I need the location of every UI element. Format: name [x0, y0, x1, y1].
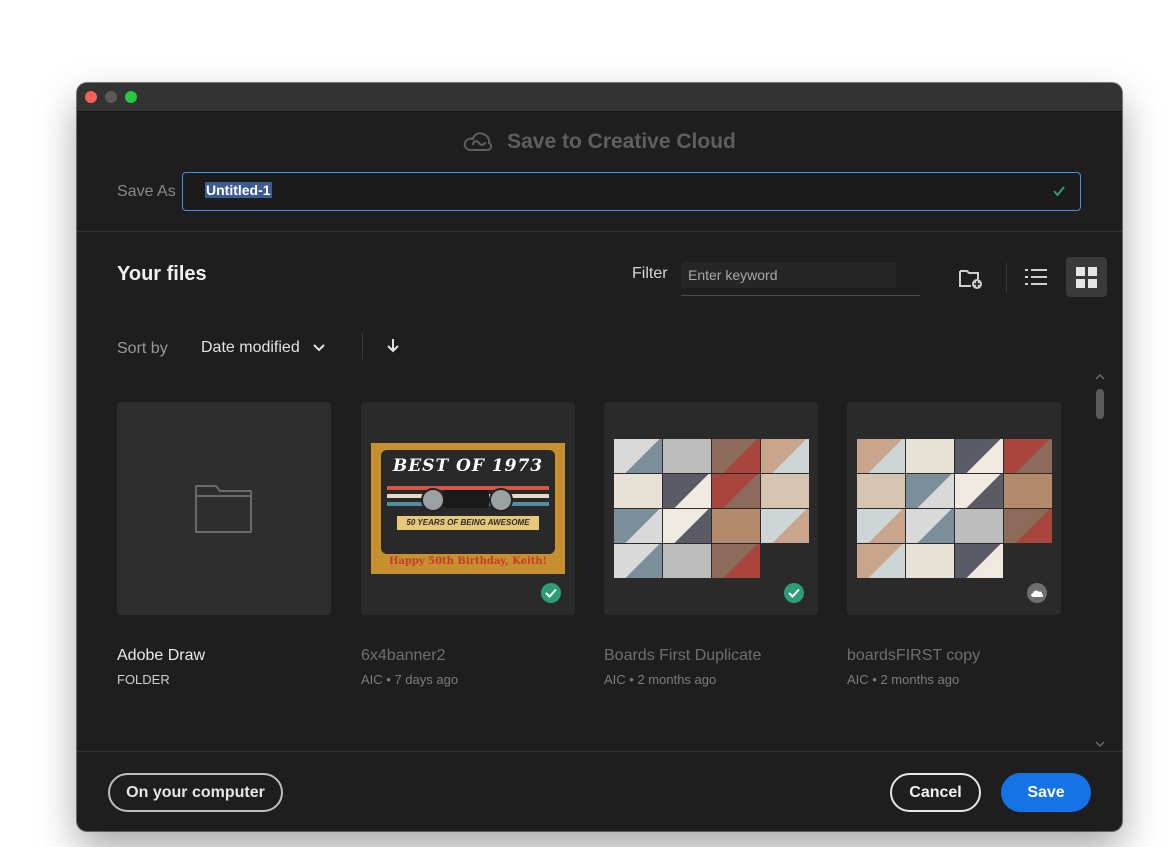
sort-dropdown[interactable]: Date modified [201, 339, 326, 357]
moodboard-tile [955, 544, 1003, 578]
save-as-value[interactable]: Untitled-1 [205, 182, 272, 198]
card-name: Adobe Draw [117, 647, 206, 664]
moodboard-tile [761, 474, 809, 508]
moodboard-tile [955, 509, 1003, 543]
filter-label: Filter [632, 265, 668, 282]
cloud-badge [1027, 583, 1047, 603]
moodboard-tile [1004, 474, 1052, 508]
moodboard-tile [663, 439, 711, 473]
moodboard-tile [1004, 509, 1052, 543]
synced-badge [784, 583, 804, 603]
moodboard-tile [663, 544, 711, 578]
moodboard-tile [906, 544, 954, 578]
toolbar-separator [1006, 263, 1007, 293]
creative-cloud-icon [463, 132, 493, 151]
grid-view-icon [1076, 267, 1097, 288]
cloud-icon [1031, 590, 1044, 597]
divider [77, 751, 1122, 752]
moodboard-tile [712, 509, 760, 543]
new-folder-icon[interactable] [958, 266, 984, 290]
scroll-down-icon[interactable] [1095, 740, 1105, 748]
filter-placeholder: Enter keyword [688, 267, 778, 283]
sort-separator [362, 333, 363, 359]
moodboard-tile [712, 474, 760, 508]
card-name: 6x4banner2 [361, 647, 446, 664]
moodboard-tile [906, 474, 954, 508]
checkmark-icon [788, 588, 800, 598]
moodboard-tile [761, 439, 809, 473]
scrollbar[interactable] [1093, 373, 1107, 750]
folder-thumbnail[interactable] [117, 402, 331, 615]
checkmark-icon [1053, 186, 1065, 197]
moodboard-tile [906, 439, 954, 473]
close-window-button[interactable] [85, 91, 97, 103]
on-your-computer-button[interactable]: On your computer [108, 773, 283, 812]
minimize-window-button[interactable] [105, 91, 117, 103]
card-meta: AIC • 7 days ago [361, 672, 459, 687]
moodboard-tile [955, 474, 1003, 508]
synced-badge [541, 583, 561, 603]
title-bar [77, 83, 1122, 112]
moodboard-artwork [614, 439, 809, 578]
moodboard-tile [1004, 439, 1052, 473]
cassette-label: 50 YEARS OF BEING AWESOME [397, 516, 539, 530]
moodboard-artwork [857, 439, 1052, 578]
checkmark-icon [545, 588, 557, 598]
save-button[interactable]: Save [1001, 773, 1091, 812]
moodboard-tile [712, 544, 760, 578]
cassette-artwork: BEST OF 1973 50 YEARS OF BEING AWESOME H… [371, 443, 565, 574]
list-view-icon[interactable] [1023, 265, 1049, 289]
save-as-label: Save As [117, 183, 176, 200]
scroll-up-icon[interactable] [1095, 373, 1105, 381]
save-dialog-window: Save to Creative Cloud Save As Untitled-… [77, 83, 1122, 831]
divider [77, 231, 1122, 232]
reel [489, 488, 513, 512]
reel [421, 488, 445, 512]
folder-icon [195, 485, 252, 533]
dialog-header: Save to Creative Cloud [77, 127, 1122, 157]
scrollbar-thumb[interactable] [1096, 389, 1104, 419]
moodboard-tile [614, 544, 662, 578]
moodboard-tile [614, 439, 662, 473]
moodboard-tile [614, 474, 662, 508]
moodboard-tile [761, 509, 809, 543]
moodboard-tile [712, 439, 760, 473]
your-files-heading: Your files [117, 263, 207, 285]
moodboard-tile [663, 509, 711, 543]
cassette-body: BEST OF 1973 50 YEARS OF BEING AWESOME [381, 450, 555, 554]
cassette-title: BEST OF 1973 [392, 456, 544, 476]
card-name: boardsFIRST copy [847, 647, 981, 664]
zoom-window-button[interactable] [125, 91, 137, 103]
sort-direction-arrow-icon[interactable] [386, 338, 400, 354]
file-thumbnail[interactable]: BEST OF 1973 50 YEARS OF BEING AWESOME H… [361, 402, 575, 615]
file-thumbnail[interactable] [604, 402, 818, 615]
sort-dropdown-value: Date modified [201, 339, 300, 356]
card-meta: FOLDER [117, 672, 170, 687]
moodboard-tile [614, 509, 662, 543]
sort-by-label: Sort by [117, 340, 168, 357]
moodboard-tile [857, 474, 905, 508]
file-thumbnail[interactable] [847, 402, 1061, 615]
chevron-down-icon [313, 344, 325, 352]
moodboard-tile [663, 474, 711, 508]
moodboard-tile [955, 439, 1003, 473]
moodboard-tile [857, 544, 905, 578]
card-name: Boards First Duplicate [604, 647, 762, 664]
moodboard-tile [906, 509, 954, 543]
moodboard-tile [857, 439, 905, 473]
cassette-footer: Happy 50th Birthday, Keith! [388, 556, 548, 567]
tape-window [443, 490, 489, 508]
save-as-input[interactable]: Untitled-1 [182, 172, 1081, 211]
cancel-button[interactable]: Cancel [890, 773, 981, 812]
card-meta: AIC • 2 months ago [604, 672, 717, 687]
filter-input[interactable]: Enter keyword [681, 261, 920, 296]
dialog-title: Save to Creative Cloud [507, 130, 736, 153]
card-meta: AIC • 2 months ago [847, 672, 960, 687]
moodboard-tile [857, 509, 905, 543]
grid-view-button[interactable] [1066, 257, 1107, 297]
